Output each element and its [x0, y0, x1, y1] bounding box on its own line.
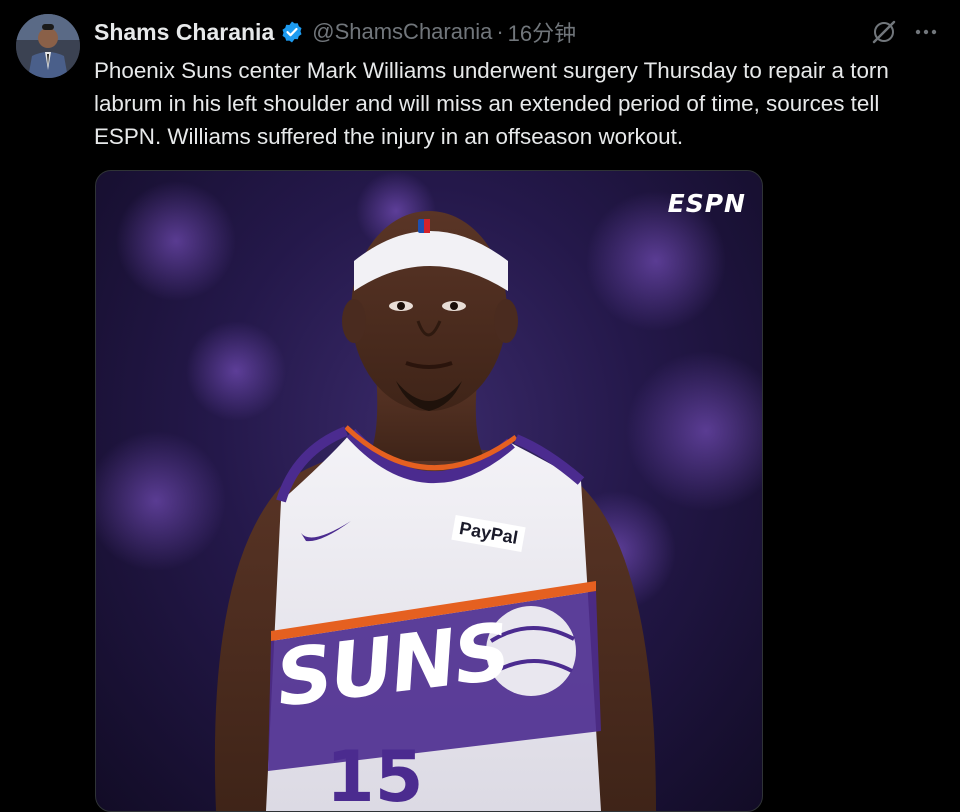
- player-photo: [96, 171, 762, 811]
- tweet-header: Shams Charania @ShamsCharania · 16分钟: [94, 14, 940, 50]
- espn-logo: ESPN: [667, 189, 746, 218]
- verified-badge-icon: [280, 20, 304, 44]
- tweet-timestamp[interactable]: 16分钟: [508, 16, 576, 48]
- separator-dot: ·: [496, 19, 504, 44]
- avatar-image: [16, 14, 80, 78]
- more-icon[interactable]: [912, 18, 940, 46]
- tweet-media-image[interactable]: ESPN PayPal SUNS 15: [95, 170, 763, 812]
- tweet-text: Phoenix Suns center Mark Williams underw…: [94, 58, 889, 149]
- header-actions: [870, 14, 940, 50]
- author-name[interactable]: Shams Charania: [94, 19, 274, 46]
- grok-icon[interactable]: [870, 18, 898, 46]
- author-handle[interactable]: @ShamsCharania: [312, 19, 492, 45]
- jersey-number: 15: [326, 736, 424, 812]
- author-avatar[interactable]: [16, 14, 80, 78]
